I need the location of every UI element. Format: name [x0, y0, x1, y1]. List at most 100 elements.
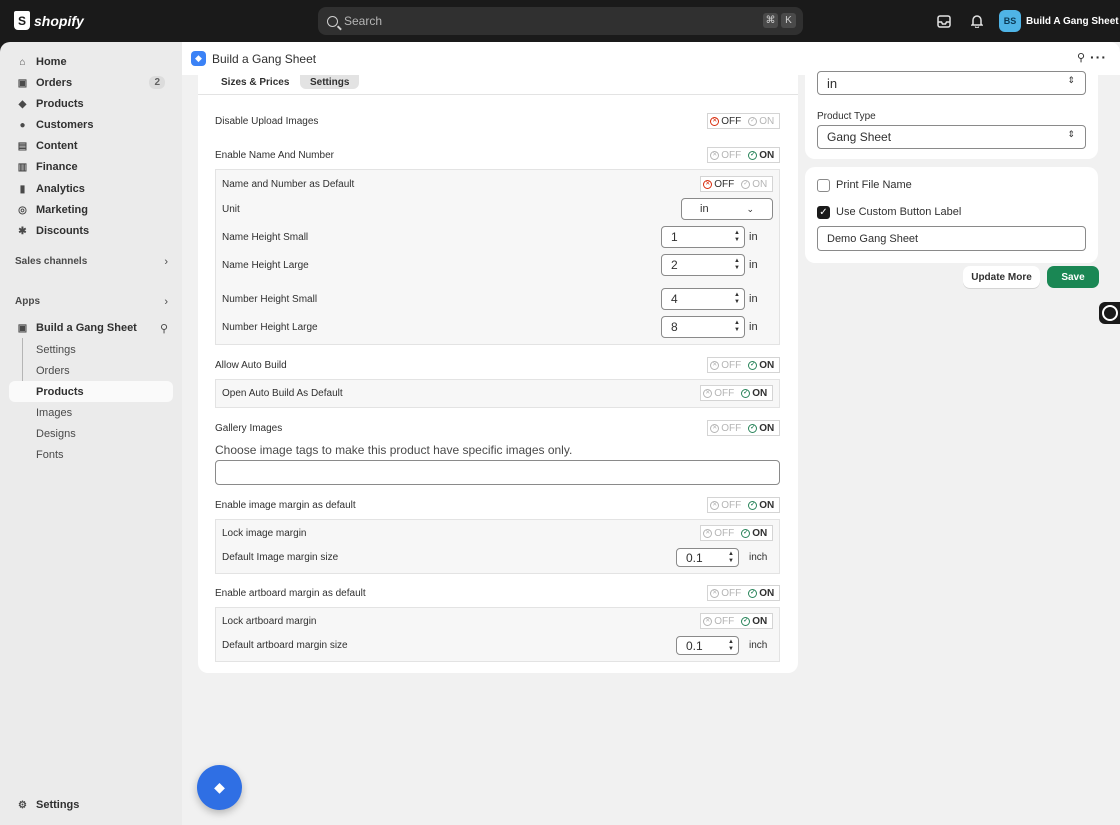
store-menu[interactable]: BS Build A Gang Sheet: [999, 10, 1119, 32]
artboard-margin-input[interactable]: 0.1 ▲ ▼: [676, 636, 739, 655]
disable-upload-images-toggle[interactable]: ✕ OFF ✓ ON: [707, 113, 780, 129]
update-more-button[interactable]: Update More: [963, 266, 1040, 288]
shopify-logo[interactable]: shopify: [14, 11, 84, 30]
toggle-off-option[interactable]: ✕ OFF: [701, 386, 737, 400]
toggle-on-option[interactable]: ✓ ON: [737, 526, 773, 540]
number-height-large-input[interactable]: 8 ▲ ▼: [661, 316, 745, 338]
check-circle-icon: ✓: [748, 150, 758, 160]
product-type-select[interactable]: Gang Sheet ⇕: [817, 125, 1086, 149]
unit-select[interactable]: in ⌄: [681, 198, 773, 220]
toggle-off-option[interactable]: ✕ OFF: [701, 177, 737, 191]
sidebar-item-marketing[interactable]: ◎ Marketing: [9, 200, 173, 220]
toggle-on-label: ON: [752, 615, 768, 627]
unit-label: Unit: [222, 204, 240, 215]
sales-channels-section[interactable]: Sales channels: [15, 256, 175, 267]
unit-suffix: in: [749, 321, 758, 333]
sidebar-item-products[interactable]: ◆ Products: [9, 94, 173, 114]
stepper-icon[interactable]: ▲ ▼: [728, 639, 734, 653]
sidebar-item-build-a-gang-sheet[interactable]: ▣ Build a Gang Sheet: [9, 318, 173, 338]
custom-button-label-input[interactable]: Demo Gang Sheet: [817, 226, 1086, 251]
tab-settings[interactable]: Settings: [300, 75, 360, 89]
stepper-icon[interactable]: ▲ ▼: [728, 551, 734, 565]
enable-name-number-toggle[interactable]: ✕ OFF ✓ ON: [707, 147, 780, 163]
sidebar-item-settings[interactable]: ⚙ Settings: [9, 795, 173, 815]
toggle-on-option[interactable]: ✓ ON: [744, 358, 780, 372]
check-circle-icon: ✓: [748, 588, 758, 598]
side-widget-tab[interactable]: [1099, 302, 1120, 324]
image-margin-input[interactable]: 0.1 ▲ ▼: [676, 548, 739, 567]
tab-sizes-prices[interactable]: Sizes & Prices: [211, 75, 299, 89]
toggle-off-option[interactable]: ✕ OFF: [708, 586, 744, 600]
sidebar-item-orders[interactable]: ▣ Orders 2: [9, 73, 173, 93]
sidebar-item-label: Products: [36, 98, 84, 110]
toggle-off-option[interactable]: ✕ OFF: [708, 148, 744, 162]
toggle-off-option[interactable]: ✕ OFF: [708, 358, 744, 372]
pin-icon[interactable]: ⚲: [1077, 51, 1085, 64]
toggle-on-option[interactable]: ✓ ON: [744, 586, 780, 600]
stepper-icon[interactable]: ▲ ▼: [734, 320, 740, 334]
toggle-on-option[interactable]: ✓ ON: [737, 177, 773, 191]
toggle-off-label: OFF: [721, 422, 742, 434]
inbox-icon[interactable]: [936, 13, 952, 29]
use-custom-button-label-checkbox[interactable]: ✓: [817, 206, 830, 219]
lock-artboard-margin-toggle[interactable]: ✕ OFF ✓ ON: [700, 613, 773, 629]
name-height-large-input[interactable]: 2 ▲ ▼: [661, 254, 745, 276]
apps-section[interactable]: Apps: [15, 296, 175, 307]
gallery-tags-input[interactable]: [215, 460, 780, 485]
sidebar-item-discounts[interactable]: ✱ Discounts: [9, 221, 173, 241]
name-height-small-input[interactable]: 1 ▲ ▼: [661, 226, 745, 248]
number-height-small-input[interactable]: 4 ▲ ▼: [661, 288, 745, 310]
bell-icon[interactable]: [969, 13, 985, 29]
stepper-icon[interactable]: ▲ ▼: [734, 292, 740, 306]
sidebar-subitem-images[interactable]: Images: [9, 402, 173, 423]
x-circle-icon: ✕: [703, 179, 713, 189]
apps-chevron-icon[interactable]: ›: [164, 296, 168, 308]
sales-channels-chevron-icon[interactable]: ›: [164, 256, 168, 268]
input-value: 0.1: [686, 550, 703, 565]
save-button[interactable]: Save: [1047, 266, 1099, 288]
sidebar-item-customers[interactable]: ● Customers: [9, 115, 173, 135]
toggle-off-option[interactable]: ✕ OFF: [708, 498, 744, 512]
stepper-icon[interactable]: ▲ ▼: [734, 258, 740, 272]
stepper-icon[interactable]: ▲ ▼: [734, 230, 740, 244]
x-circle-icon: ✕: [710, 423, 720, 433]
toggle-on-option[interactable]: ✓ ON: [744, 148, 780, 162]
enable-image-margin-toggle[interactable]: ✕ OFF ✓ ON: [707, 497, 780, 513]
print-file-name-checkbox[interactable]: [817, 179, 830, 192]
top-bar: shopify Search ⌘ K BS Build A Gang Sheet: [0, 0, 1120, 42]
more-options-icon[interactable]: ···: [1090, 49, 1107, 65]
gallery-images-toggle[interactable]: ✕ OFF ✓ ON: [707, 420, 780, 436]
unit-select-value: in: [700, 203, 709, 215]
open-auto-build-default-toggle[interactable]: ✕ OFF ✓ ON: [700, 385, 773, 401]
sidebar-item-home[interactable]: ⌂ Home: [9, 52, 173, 72]
toggle-off-option[interactable]: ✕ OFF: [708, 114, 744, 128]
enable-artboard-margin-toggle[interactable]: ✕ OFF ✓ ON: [707, 585, 780, 601]
sidebar-item-analytics[interactable]: ▮ Analytics: [9, 179, 173, 199]
x-circle-icon: ✕: [710, 500, 720, 510]
pin-icon[interactable]: ⚲: [160, 322, 168, 335]
sidebar-item-label: Customers: [36, 119, 94, 131]
sidebar-subitem-products[interactable]: Products: [9, 381, 173, 402]
allow-auto-build-toggle[interactable]: ✕ OFF ✓ ON: [707, 357, 780, 373]
sidebar-subitem-settings[interactable]: Settings: [9, 339, 173, 360]
toggle-off-option[interactable]: ✕ OFF: [701, 614, 737, 628]
lock-image-margin-toggle[interactable]: ✕ OFF ✓ ON: [700, 525, 773, 541]
toggle-on-option[interactable]: ✓ ON: [737, 386, 773, 400]
unit-select-top[interactable]: in ⇕: [817, 71, 1086, 95]
toggle-off-option[interactable]: ✕ OFF: [708, 421, 744, 435]
toggle-on-option[interactable]: ✓ ON: [737, 614, 773, 628]
floating-app-button[interactable]: ◆: [197, 765, 242, 810]
search-bar[interactable]: Search ⌘ K: [318, 7, 803, 35]
sidebar-subitem-orders[interactable]: Orders: [9, 360, 173, 381]
sidebar-subitem-designs[interactable]: Designs: [9, 423, 173, 444]
toggle-on-option[interactable]: ✓ ON: [744, 421, 780, 435]
name-number-default-toggle[interactable]: ✕ OFF ✓ ON: [700, 176, 773, 192]
brand-name: shopify: [34, 12, 84, 29]
toggle-on-option[interactable]: ✓ ON: [744, 498, 780, 512]
sidebar-item-finance[interactable]: ▥ Finance: [9, 157, 173, 177]
sidebar-item-content[interactable]: ▤ Content: [9, 136, 173, 156]
toggle-on-option[interactable]: ✓ ON: [744, 114, 780, 128]
toggle-off-option[interactable]: ✕ OFF: [701, 526, 737, 540]
sidebar-subitem-fonts[interactable]: Fonts: [9, 444, 173, 465]
gear-icon: ⚙: [18, 799, 27, 811]
